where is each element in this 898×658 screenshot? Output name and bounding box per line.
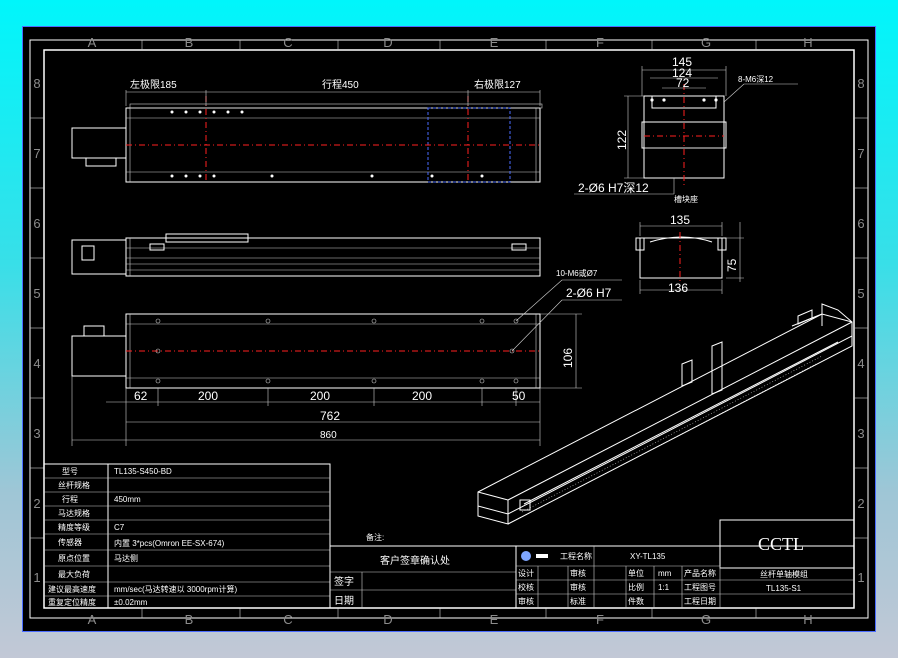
sensor-note: 槽块座 [674,194,698,204]
customer-confirm-label: 客户签章确认处 [380,554,450,567]
right-limit-label: 右极限127 [474,78,521,91]
qty-label: 件数 [628,596,644,606]
review-label: 审核 [570,568,586,578]
spec-label-6: 原点位置 [58,553,90,563]
product-name-label: 产品名称 [684,568,716,578]
left-limit-label: 左极限185 [130,78,177,91]
zone-row-7-right: 7 [857,146,864,161]
spec-value-0: TL135-S450-BD [114,467,172,476]
dim-122: 122 [615,130,629,150]
zone-row-8-left: 8 [33,76,40,91]
spec-label-1: 丝杆规格 [58,480,90,490]
zone-col-h-top: H [803,35,812,50]
audit-label: 校核 [518,582,534,592]
spec-label-2: 行程 [62,494,78,504]
zone-row-3-left: 3 [33,426,40,441]
project-name-label: 工程名称 [560,551,592,561]
dim-200-c: 200 [412,389,432,403]
unit-value: mm [658,569,672,578]
sign-label: 签字 [334,575,354,588]
unit-label: 单位 [628,568,644,578]
zone-col-f-top: F [596,35,604,50]
cad-drawing-canvas: A B C D E F G H A B C D E F G H 8 7 6 5 … [22,26,876,632]
company-name: CCTL [758,534,804,554]
zone-row-6-right: 6 [857,216,864,231]
zone-col-h-bottom: H [803,612,812,627]
zone-row-3-right: 3 [857,426,864,441]
zone-col-d-top: D [383,35,392,50]
zone-col-a-top: A [88,35,97,50]
zone-row-8-right: 8 [857,76,864,91]
zone-col-d-bottom: D [383,612,392,627]
spec-label-9: 重复定位精度 [48,597,96,607]
spec-label-0: 型号 [62,467,78,476]
dim-50: 50 [512,389,526,403]
spec-label-5: 传感器 [58,537,82,547]
spec-value-5: 内置 3*pcs(Omron EE-SX-674) [114,538,225,548]
zone-row-2-left: 2 [33,496,40,511]
spec-value-9: ±0.02mm [114,598,148,607]
zone-row-1-left: 1 [33,570,40,585]
spec-value-6: 马达侧 [114,553,138,563]
zone-col-a-bottom: A [88,612,97,627]
mount-holes-note: 10-M6或Ø7 [556,268,598,278]
scale-label: 比例 [628,582,644,592]
zone-col-b-bottom: B [185,612,194,627]
spec-label-8: 建议最高速度 [48,584,96,594]
dim-860: 860 [320,430,337,441]
tapped-holes-note: 8-M6深12 [738,75,774,84]
zone-row-5-right: 5 [857,286,864,301]
dim-62: 62 [134,389,148,403]
zone-col-g-bottom: G [701,612,711,627]
spec-label-7: 最大负荷 [58,569,90,579]
dim-136: 136 [668,281,688,295]
dim-200-b: 200 [310,389,330,403]
project-name-value: XY-TL135 [630,552,666,561]
stroke-label: 行程450 [322,78,359,91]
zone-row-6-left: 6 [33,216,40,231]
scale-value: 1:1 [658,583,670,592]
drawing-no-value: TL135-S1 [766,584,802,593]
zone-col-e-top: E [490,35,499,50]
product-name-value: 丝杆单轴模组 [760,569,808,579]
zone-col-e-bottom: E [490,612,499,627]
spec-value-4: C7 [114,523,125,532]
approval-note: 备注: [366,532,384,542]
zone-row-4-right: 4 [857,356,864,371]
zone-col-g-top: G [701,35,711,50]
drawing-no-label: 工程图号 [684,583,716,592]
check-label: 审核 [518,596,534,606]
dowel-holes-note: 2-Ø6 H7深12 [578,181,649,195]
zone-row-5-left: 5 [33,286,40,301]
zone-col-f-bottom: F [596,612,604,627]
spec-label-3: 马达规格 [58,508,90,518]
zone-row-2-right: 2 [857,496,864,511]
dim-200-a: 200 [198,389,218,403]
dim-75: 75 [725,258,739,272]
dowel-note: 2-Ø6 H7 [566,286,612,300]
standardize-label: 标准 [570,596,586,606]
drawing-date-label: 工程日期 [684,597,716,606]
date-label: 日期 [334,595,354,607]
design-label: 设计 [518,568,534,578]
zone-col-c-bottom: C [283,612,292,627]
zone-row-1-right: 1 [857,570,864,585]
dim-72: 72 [676,76,690,90]
spec-value-2: 450mm [114,495,141,504]
dim-106: 106 [561,348,575,368]
spec-label-4: 精度等级 [58,522,90,532]
dim-762: 762 [320,409,340,423]
zone-col-b-top: B [185,35,194,50]
zone-row-7-left: 7 [33,146,40,161]
zone-col-c-top: C [283,35,292,50]
approve-label: 审核 [570,582,586,592]
zone-row-4-left: 4 [33,356,40,371]
dim-135: 135 [670,213,690,227]
spec-value-8: mm/sec(马达转速以 3000rpm计算) [114,584,237,594]
